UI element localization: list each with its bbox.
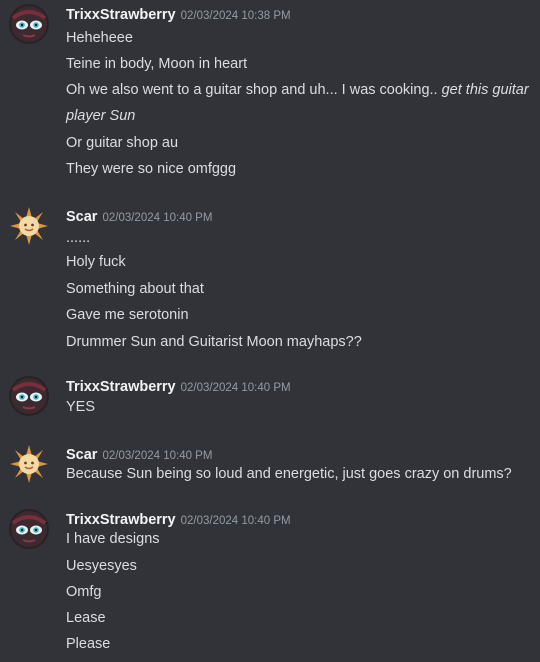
message-header: TrixxStrawberry 02/03/2024 10:38 PM bbox=[66, 6, 291, 24]
avatar[interactable] bbox=[9, 206, 49, 246]
timestamp: 02/03/2024 10:40 PM bbox=[180, 382, 291, 394]
sun-avatar-icon bbox=[9, 444, 49, 484]
message-text: I have designs bbox=[66, 531, 160, 547]
avatar[interactable] bbox=[9, 444, 49, 484]
message-header: Scar 02/03/2024 10:40 PM bbox=[66, 208, 212, 226]
avatar[interactable] bbox=[9, 376, 49, 416]
timestamp: 02/03/2024 10:40 PM bbox=[102, 212, 213, 224]
message-text: Something about that bbox=[66, 281, 204, 297]
message-text: ...... bbox=[66, 230, 91, 246]
message-text: They were so nice omfggg bbox=[66, 161, 237, 177]
message-text: Please bbox=[66, 636, 111, 652]
trixx-avatar-icon bbox=[9, 4, 49, 44]
avatar[interactable] bbox=[9, 4, 49, 44]
message-text: Holy fuck bbox=[66, 254, 126, 270]
message-text: Teine in body, Moon in heart bbox=[66, 56, 248, 72]
message-text: Gave me serotonin bbox=[66, 307, 189, 323]
avatar[interactable] bbox=[9, 509, 49, 549]
message-text: Uesyesyes bbox=[66, 558, 137, 574]
trixx-avatar-icon bbox=[9, 509, 49, 549]
trixx-avatar-icon bbox=[9, 376, 49, 416]
message-text: Heheheee bbox=[66, 30, 133, 46]
username[interactable]: TrixxStrawberry bbox=[66, 7, 176, 23]
message-list: TrixxStrawberry 02/03/2024 10:38 PM Heheh… bbox=[0, 0, 540, 662]
message-text: Oh we also went to a guitar shop and uh.… bbox=[66, 77, 534, 129]
message-text: Omfg bbox=[66, 584, 102, 600]
timestamp: 02/03/2024 10:38 PM bbox=[180, 10, 291, 22]
message-text: Lease bbox=[66, 610, 106, 626]
message-text: Because Sun being so loud and energetic,… bbox=[66, 466, 512, 482]
username[interactable]: TrixxStrawberry bbox=[66, 379, 176, 395]
message-text: Or guitar shop au bbox=[66, 135, 179, 151]
username[interactable]: Scar bbox=[66, 209, 97, 225]
message-text: YES bbox=[66, 399, 96, 415]
sun-avatar-icon bbox=[9, 206, 49, 246]
message-text: Drummer Sun and Guitarist Moon mayhaps?? bbox=[66, 334, 362, 350]
message-text-plain: Oh we also went to a guitar shop and uh.… bbox=[66, 82, 442, 98]
